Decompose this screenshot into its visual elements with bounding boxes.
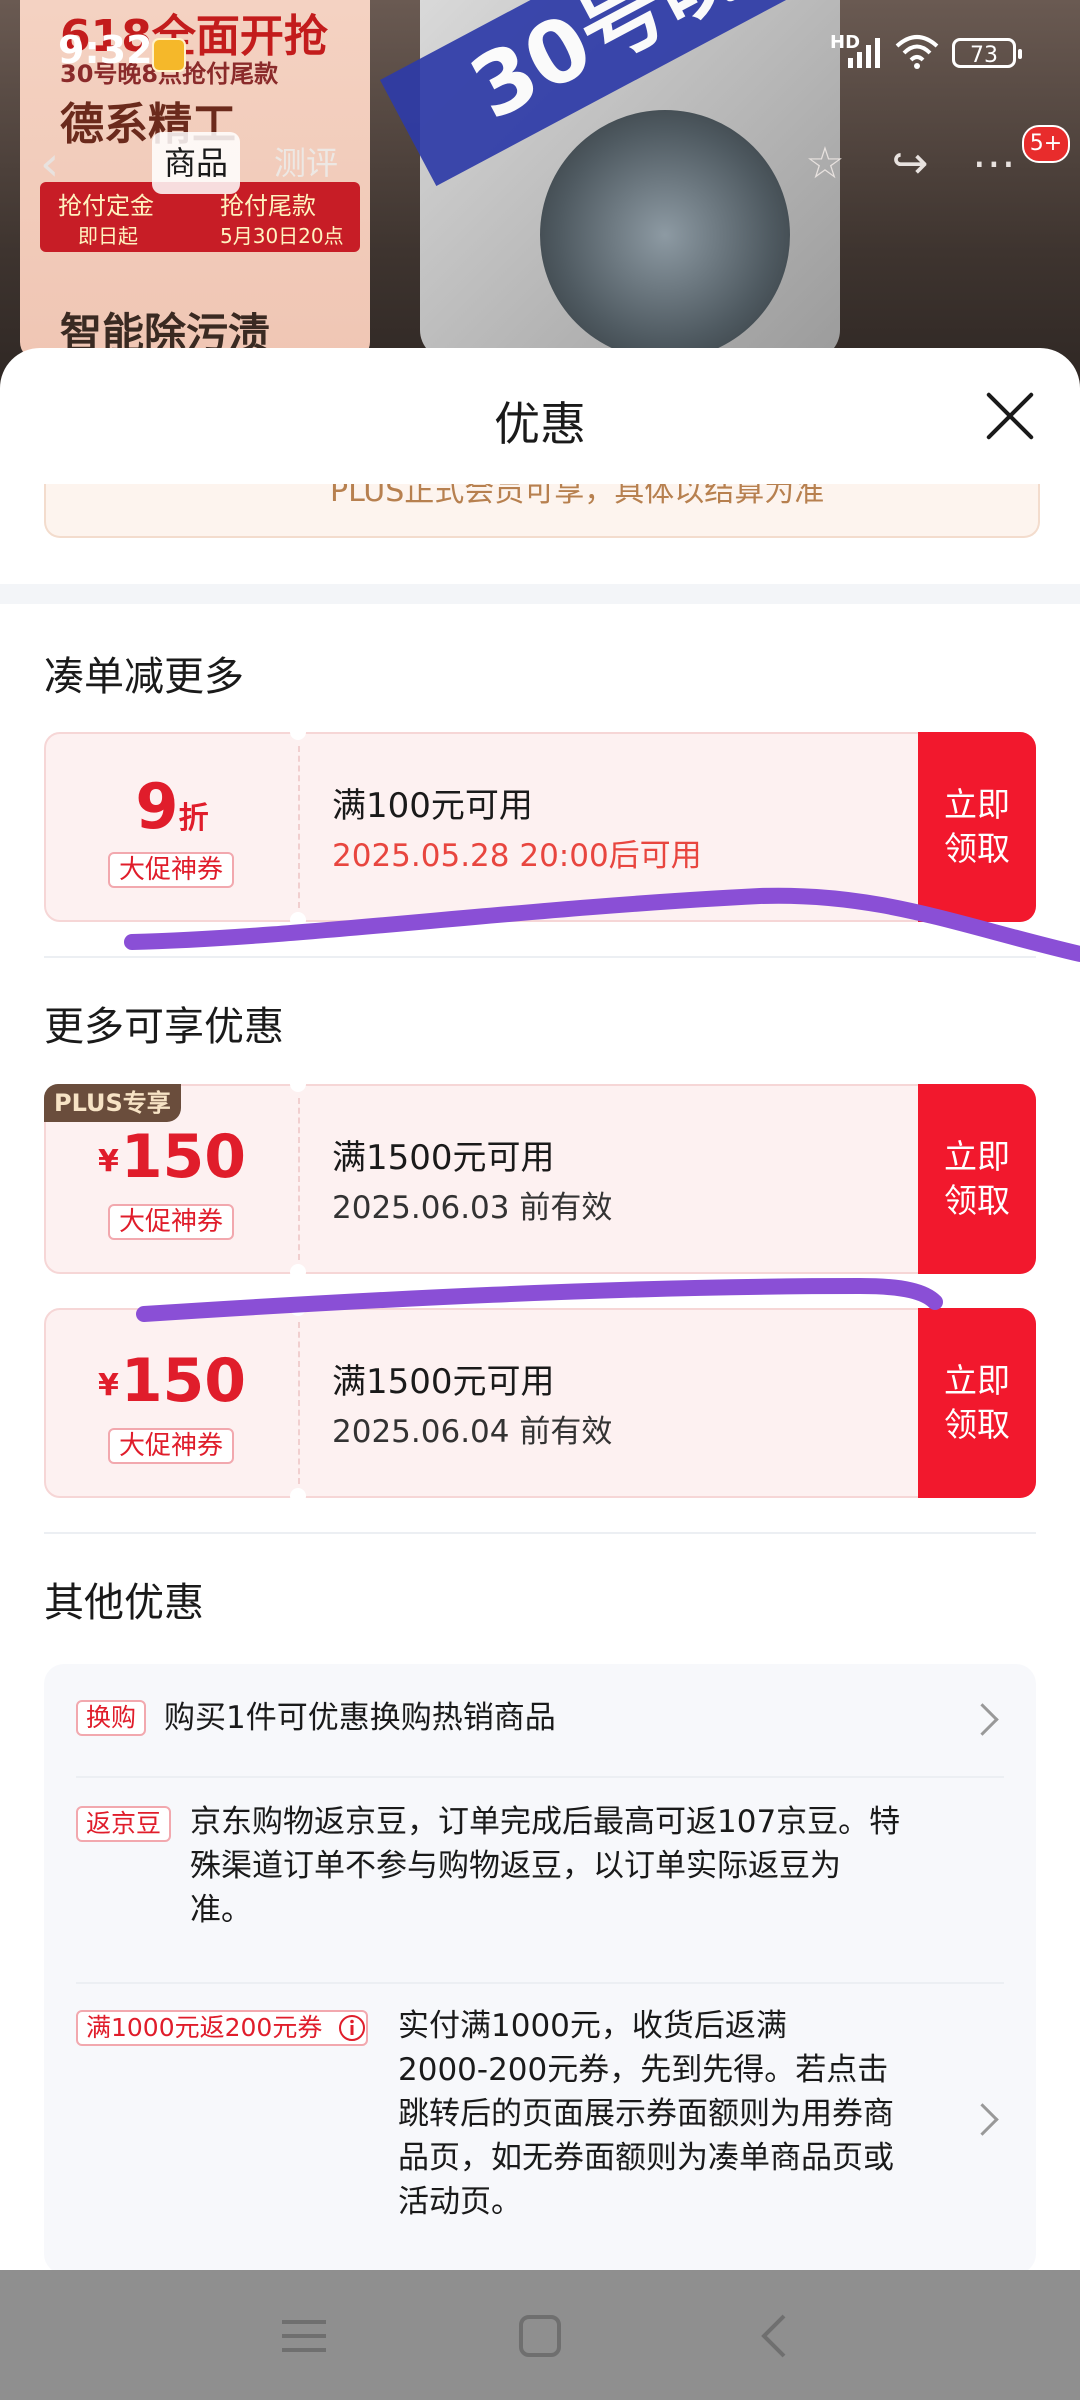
other-offers-card: 换购 购买1件可优惠换购热销商品 返京豆 京东购物返京豆，订单完成后最高可返10… bbox=[44, 1664, 1036, 2270]
section-separator bbox=[44, 956, 1036, 958]
coupon-amount-value: 150 bbox=[120, 1122, 247, 1192]
plus-offer-peek: PLUS正式会员可享，具体以结算为准 bbox=[44, 484, 1040, 538]
home-icon[interactable] bbox=[512, 2308, 568, 2364]
plus-coupon: PLUS专享 ¥150 大促神券 满1500元可用 2025.06.03 前有效… bbox=[44, 1076, 1036, 1280]
row-separator bbox=[76, 1776, 1004, 1778]
coupon-notch bbox=[290, 1264, 306, 1280]
star-icon[interactable]: ☆ bbox=[795, 134, 855, 194]
offer-text-line: 京东购物返京豆，订单完成后最高可返107京豆。特 bbox=[190, 1804, 901, 1840]
offers-sheet: 优惠 PLUS正式会员可享，具体以结算为准 凑单减更多 9折 大促神券 满100… bbox=[0, 348, 1080, 2270]
coupon-date: 2025.06.04 前有效 bbox=[332, 1414, 613, 1450]
offer-text: 实付满1000元，收货后返满 2000-200元券，先到先得。若点击 跳转后的页… bbox=[398, 2004, 958, 2224]
poster-date-left: 即日起 bbox=[78, 224, 138, 248]
coupon-tag: 大促神券 bbox=[108, 852, 234, 888]
wifi-icon bbox=[895, 35, 939, 69]
offer-label: 换购 bbox=[76, 1700, 147, 1736]
sheet-title: 优惠 bbox=[494, 397, 586, 451]
coupon-amount-value: 9 bbox=[135, 770, 179, 843]
claim-button[interactable]: 立即 领取 bbox=[918, 732, 1036, 922]
currency-symbol: ¥ bbox=[97, 1144, 119, 1179]
cart-badge: 5+ bbox=[1022, 125, 1070, 163]
status-time: 9:32 bbox=[58, 28, 153, 72]
menu-icon[interactable] bbox=[276, 2308, 332, 2364]
row-separator bbox=[76, 1982, 1004, 1984]
coupon-notch bbox=[290, 1488, 306, 1504]
section-divider bbox=[0, 584, 1080, 604]
offer-row-jingdou: 返京豆 京东购物返京豆，订单完成后最高可返107京豆。特 殊渠道订单不参与购物返… bbox=[76, 1804, 1004, 1956]
offer-label-text: 满1000元返200元券 bbox=[86, 2013, 323, 2042]
peek-text: PLUS正式会员可享，具体以结算为准 bbox=[330, 484, 825, 509]
section-title-combine: 凑单减更多 bbox=[44, 654, 244, 700]
section-separator bbox=[44, 1532, 1036, 1534]
coupon-notch bbox=[290, 1076, 306, 1092]
coupon-condition: 满100元可用 bbox=[332, 786, 533, 826]
offer-row-exchange[interactable]: 换购 购买1件可优惠换购热销商品 bbox=[76, 1700, 1004, 1770]
signal-icon bbox=[848, 38, 880, 68]
offer-label: 满1000元返200元券 bbox=[76, 2010, 369, 2046]
offer-text-line: 2000-200元券，先到先得。若点击 bbox=[398, 2052, 889, 2088]
tab-review[interactable]: 测评 bbox=[262, 132, 350, 194]
section-title-more: 更多可享优惠 bbox=[44, 1004, 284, 1050]
chevron-right-icon bbox=[966, 2103, 999, 2136]
coupon-amount: 9折 bbox=[46, 770, 298, 843]
claim-label: 领取 bbox=[944, 1181, 1010, 1220]
more-icon[interactable]: ⋯ bbox=[964, 134, 1024, 194]
system-nav-bar bbox=[0, 2270, 1080, 2400]
coupon-date: 2025.05.28 20:00后可用 bbox=[332, 838, 702, 874]
coupon-notch bbox=[290, 912, 306, 928]
plus-badge: PLUS专享 bbox=[44, 1084, 181, 1122]
offer-text-line: 殊渠道订单不参与购物返豆，以订单实际返豆为 bbox=[190, 1848, 841, 1884]
coupon-card: ¥150 大促神券 满1500元可用 2025.06.04 前有效 立即 领取 bbox=[44, 1300, 1036, 1504]
offer-label: 返京豆 bbox=[76, 1806, 172, 1842]
back-icon[interactable]: ‹ bbox=[40, 134, 100, 194]
chevron-right-icon bbox=[966, 1703, 999, 1736]
section-title-other: 其他优惠 bbox=[44, 1580, 204, 1626]
share-icon[interactable]: ↪ bbox=[880, 134, 940, 194]
claim-label: 领取 bbox=[944, 1405, 1010, 1444]
coupon-perforation bbox=[298, 746, 300, 908]
battery-indicator: 73 bbox=[952, 38, 1022, 68]
poster-date-right: 5月30日20点 bbox=[220, 224, 344, 248]
coupon-amount: ¥150 bbox=[46, 1346, 298, 1416]
status-bar: 9:32 HD 73 bbox=[0, 0, 1080, 104]
offer-text: 购买1件可优惠换购热销商品 bbox=[164, 1700, 556, 1736]
info-icon[interactable] bbox=[338, 2014, 366, 2042]
product-nav: ‹ 商品 测评 ☆ ↪ ⋯ 5+ bbox=[0, 120, 1080, 210]
coupon-amount-unit: 折 bbox=[178, 801, 209, 836]
claim-label: 立即 bbox=[944, 1361, 1010, 1400]
offer-text-line: 活动页。 bbox=[398, 2184, 522, 2220]
coupon-tag: 大促神券 bbox=[108, 1428, 234, 1464]
claim-button[interactable]: 立即 领取 bbox=[918, 1308, 1036, 1498]
coupon-notch bbox=[290, 1300, 306, 1316]
coupon-perforation bbox=[298, 1322, 300, 1484]
back-nav-icon[interactable] bbox=[748, 2308, 804, 2364]
offer-text-line: 实付满1000元，收货后返满 bbox=[398, 2008, 787, 2044]
coupon-amount-value: 150 bbox=[120, 1346, 247, 1416]
claim-label: 立即 bbox=[944, 1137, 1010, 1176]
currency-symbol: ¥ bbox=[97, 1368, 119, 1403]
coupon-date: 2025.06.03 前有效 bbox=[332, 1190, 613, 1226]
discount-coupon: 9折 大促神券 满100元可用 2025.05.28 20:00后可用 立即 领… bbox=[44, 724, 1036, 928]
coupon-condition: 满1500元可用 bbox=[332, 1362, 555, 1402]
tab-product[interactable]: 商品 bbox=[152, 132, 241, 194]
offer-text: 京东购物返京豆，订单完成后最高可返107京豆。特 殊渠道订单不参与购物返豆，以订… bbox=[190, 1800, 950, 1932]
coupon-tag: 大促神券 bbox=[108, 1204, 234, 1240]
offer-row-coupon-return[interactable]: 满1000元返200元券 实付满1000元，收货后返满 2000-200元券，先… bbox=[76, 2008, 1004, 2240]
coupon-condition: 满1500元可用 bbox=[332, 1138, 555, 1178]
coupon-amount: ¥150 bbox=[46, 1122, 298, 1192]
claim-label: 立即 bbox=[944, 785, 1010, 824]
claim-button[interactable]: 立即 领取 bbox=[918, 1084, 1036, 1274]
offer-text-line: 准。 bbox=[190, 1892, 252, 1928]
offer-text-line: 品页，如无券面额则为凑单商品页或 bbox=[398, 2140, 894, 2176]
notification-icon bbox=[152, 38, 186, 72]
coupon-perforation bbox=[298, 1098, 300, 1260]
offer-text-line: 跳转后的页面展示券面额则为用券商 bbox=[398, 2096, 894, 2132]
claim-label: 领取 bbox=[944, 829, 1010, 868]
close-icon[interactable] bbox=[982, 388, 1038, 444]
coupon-notch bbox=[290, 724, 306, 740]
